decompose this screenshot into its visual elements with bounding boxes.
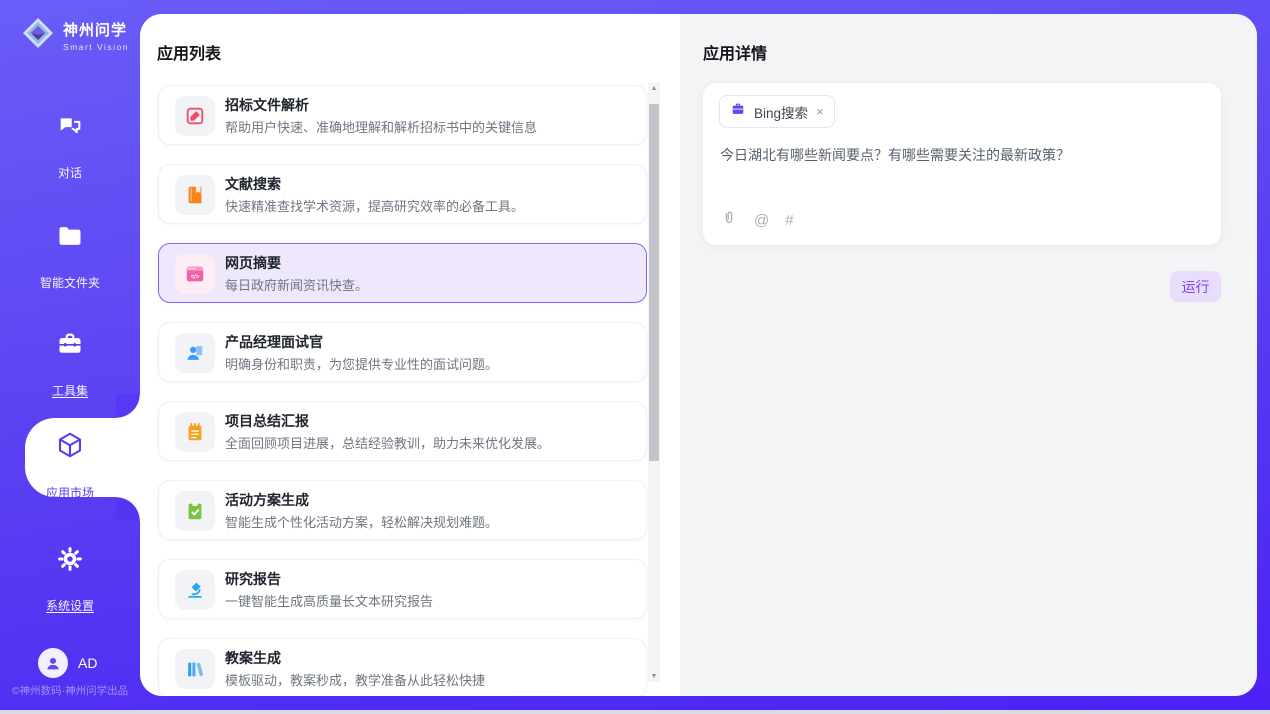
app-detail-title: 应用详情 [703,40,767,64]
app-list-panel: 应用列表 招标文件解析 帮助用户快速、准确地理解和解析招标书中的关键信息 [140,14,680,696]
app-detail-panel: 应用详情 Bing搜索 × 今日湖北有哪些新闻要点？有哪些需要关注的最新政策？ [680,14,1257,696]
mention-icon[interactable]: @ [754,212,769,229]
hashtag-icon[interactable]: # [785,212,793,229]
edit-document-icon [175,96,215,136]
app-card-pm-interviewer[interactable]: 产品经理面试官 明确身份和职责，为您提供专业性的面试问题。 [158,322,647,382]
brand-name: 神州问学 [63,19,129,40]
app-card-description: 明确身份和职责，为您提供专业性的面试问题。 [225,354,498,373]
interviewer-icon [175,333,215,373]
app-card-title: 活动方案生成 [225,490,309,510]
app-list: 招标文件解析 帮助用户快速、准确地理解和解析招标书中的关键信息 文献搜索 快速精… [158,85,647,696]
app-card-title: 网页摘要 [225,253,281,273]
sidebar-item-label: 工具集 [52,382,88,399]
app-card-title: 项目总结汇报 [225,411,309,431]
app-card-project-summary[interactable]: 项目总结汇报 全面回顾项目进展，总结经验教训，助力未来优化发展。 [158,401,647,461]
sidebar-item-smart-folder[interactable]: 智能文件夹 [0,222,140,292]
book-icon [175,175,215,215]
sidebar-item-app-market[interactable]: 应用市场 [0,430,140,502]
list-scrollbar[interactable]: ▲ ▼ [648,82,660,682]
brand-logo: 神州问学 Smart Vision [20,15,129,56]
close-icon[interactable]: × [816,105,824,118]
sidebar-item-toolset[interactable]: 工具集 [0,330,140,400]
research-icon [175,570,215,610]
folder-icon [0,222,140,250]
copyright-footer: ©神州数码·神州问学出品 [0,683,140,698]
app-card-description: 一键智能生成高质量长文本研究报告 [225,591,433,610]
app-card-title: 教案生成 [225,648,281,668]
app-card-web-summary[interactable]: </> 网页摘要 每日政府新闻资讯快查。 [158,243,647,303]
user-initials: AD [78,655,97,671]
gear-icon [0,545,140,573]
app-card-title: 招标文件解析 [225,95,309,115]
prompt-text[interactable]: 今日湖北有哪些新闻要点？有哪些需要关注的最新政策？ [720,145,1205,165]
app-card-literature-search[interactable]: 文献搜索 快速精准查找学术资源，提高研究效率的必备工具。 [158,164,647,224]
scroll-up-icon[interactable]: ▲ [648,82,660,94]
app-card-research-report[interactable]: 研究报告 一键智能生成高质量长文本研究报告 [158,559,647,619]
books-icon [175,649,215,689]
web-code-icon: </> [175,254,215,294]
toolbox-icon [0,330,140,358]
app-card-description: 智能生成个性化活动方案，轻松解决规划难题。 [225,512,498,531]
app-card-bid-parse[interactable]: 招标文件解析 帮助用户快速、准确地理解和解析招标书中的关键信息 [158,85,647,145]
app-window: 神州问学 Smart Vision 对话 智能文件夹 [0,0,1270,714]
attachment-icon[interactable] [720,209,738,232]
composer-toolbar: @ # [720,209,794,232]
app-card-description: 模板驱动，教案秒成，教学准备从此轻松快捷 [225,670,485,689]
app-card-title: 产品经理面试官 [225,332,323,352]
sidebar-item-settings[interactable]: 系统设置 [0,545,140,615]
bubble-notch-top [116,394,140,418]
sidebar-item-label: 对话 [58,164,82,181]
cube-icon [0,430,140,460]
svg-text:</>: </> [191,274,200,280]
app-card-lesson-plan[interactable]: 教案生成 模板驱动，教案秒成，教学准备从此轻松快捷 [158,638,647,696]
sidebar-item-chat[interactable]: 对话 [0,112,140,182]
sidebar: 神州问学 Smart Vision 对话 智能文件夹 [0,0,140,714]
user-account[interactable]: AD [38,648,97,678]
app-card-title: 文献搜索 [225,174,281,194]
app-card-event-plan[interactable]: 活动方案生成 智能生成个性化活动方案，轻松解决规划难题。 [158,480,647,540]
main-content: 应用列表 招标文件解析 帮助用户快速、准确地理解和解析招标书中的关键信息 [140,14,1257,696]
diamond-logo-icon [20,15,56,56]
notepad-icon [175,412,215,452]
sidebar-item-label: 应用市场 [46,484,94,501]
clipboard-check-icon [175,491,215,531]
prompt-input-card[interactable]: Bing搜索 × 今日湖北有哪些新闻要点？有哪些需要关注的最新政策？ @ # [702,82,1222,246]
tool-chip-label: Bing搜索 [754,102,808,122]
scroll-down-icon[interactable]: ▼ [648,670,660,682]
tool-chip-bing-search[interactable]: Bing搜索 × [719,95,835,128]
run-button[interactable]: 运行 [1170,271,1221,302]
avatar [38,648,68,678]
app-card-description: 全面回顾项目进展，总结经验教训，助力未来优化发展。 [225,433,550,452]
briefcase-icon [730,101,746,122]
app-card-title: 研究报告 [225,569,281,589]
sidebar-item-label: 系统设置 [46,597,94,614]
app-card-description: 帮助用户快速、准确地理解和解析招标书中的关键信息 [225,117,537,136]
bottom-edge-strip [0,710,1270,714]
chat-icon [0,112,140,140]
sidebar-item-label: 智能文件夹 [40,274,100,291]
scrollbar-thumb[interactable] [649,104,659,461]
app-list-title: 应用列表 [157,40,221,64]
app-card-description: 每日政府新闻资讯快查。 [225,275,368,294]
app-card-description: 快速精准查找学术资源，提高研究效率的必备工具。 [225,196,524,215]
brand-subtitle: Smart Vision [63,42,129,52]
